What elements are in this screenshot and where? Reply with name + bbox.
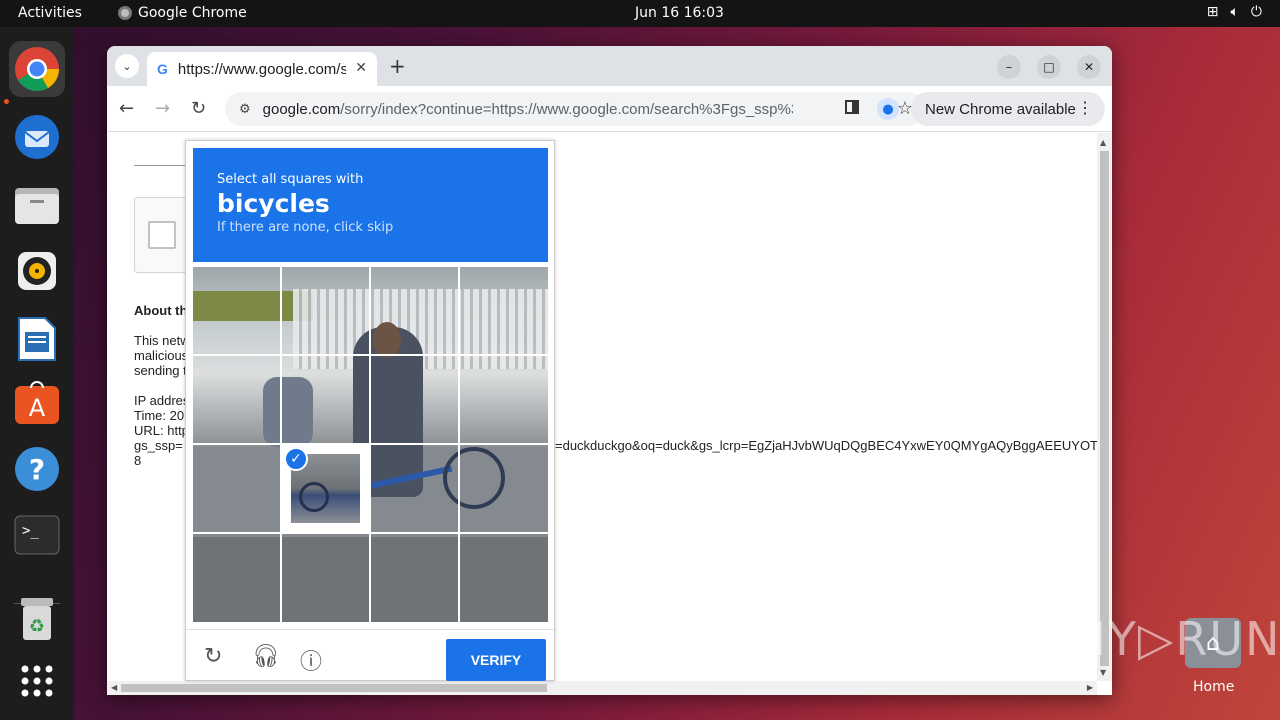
vertical-scroll-thumb[interactable] xyxy=(1100,151,1109,666)
libreoffice-writer-icon[interactable] xyxy=(9,311,65,367)
more-menu-icon[interactable]: ⋮ xyxy=(1077,98,1093,118)
vertical-scrollbar[interactable]: ▲ ▼ xyxy=(1097,133,1112,681)
url-continuation: =duckduckgo&oq=duck&gs_lcrp=EgZjaHJvbWUq… xyxy=(555,438,1097,453)
update-chrome-button[interactable]: New Chrome available ⋮ xyxy=(911,92,1105,126)
update-label: New Chrome available xyxy=(925,100,1076,118)
audio-challenge-icon[interactable]: 🎧︎ xyxy=(252,644,280,669)
grid-line xyxy=(193,443,548,445)
address-bar[interactable]: ⚙ google.com/sorry/index?continue=https:… xyxy=(225,92,925,126)
rhythmbox-icon[interactable] xyxy=(9,243,65,299)
tile-selected-check-icon: ✓ xyxy=(284,447,308,471)
site-info-icon[interactable]: ⚙ xyxy=(239,102,251,117)
svg-text:>_: >_ xyxy=(22,523,39,539)
svg-text:?: ? xyxy=(29,453,45,486)
challenge-footer: ↻ 🎧︎ ⓘ VERIFY xyxy=(186,629,554,681)
dock: A ? >_ ♻ xyxy=(0,27,74,720)
volume-icon: 🔈︎ xyxy=(1230,4,1239,20)
request-info: IP addres Time: 20 URL: http gs_ssp= 8 =… xyxy=(134,393,1097,468)
scene-child xyxy=(263,377,313,447)
power-icon: ⏻ xyxy=(1250,4,1262,20)
chevron-down-icon: ⌄ xyxy=(122,59,132,73)
tab-title: https://www.google.com/sorry/index xyxy=(177,60,346,78)
activities-button[interactable]: Activities xyxy=(18,5,82,21)
clock[interactable]: Jun 16 16:03 xyxy=(635,5,724,21)
scroll-up-icon[interactable]: ▲ xyxy=(1100,138,1106,147)
scroll-right-icon[interactable]: ▶ xyxy=(1087,683,1093,692)
running-indicator xyxy=(4,99,9,104)
close-window-button[interactable]: ✕ xyxy=(1077,55,1101,79)
grid-line xyxy=(193,532,548,534)
scroll-down-icon[interactable]: ▼ xyxy=(1100,668,1106,677)
url-line: URL: http xyxy=(134,423,189,438)
url-path: /sorry/index?continue=https://www.google… xyxy=(340,100,793,118)
url-host: google.com xyxy=(262,100,341,118)
minimize-button[interactable]: – xyxy=(997,55,1021,79)
info-icon[interactable]: ⓘ xyxy=(300,644,322,676)
toolbar: ← → ↻ ⚙ google.com/sorry/index?continue=… xyxy=(107,86,1112,132)
google-favicon-icon: G xyxy=(157,61,168,77)
system-tray[interactable]: ⊞ 🔈︎ ⏻ xyxy=(1207,4,1262,20)
app-center-icon[interactable]: A xyxy=(9,375,65,431)
side-panel-icon[interactable] xyxy=(845,100,859,114)
tab-search-button[interactable]: ⌄ xyxy=(115,54,139,78)
about-heading: About th xyxy=(134,303,188,318)
verify-button[interactable]: VERIFY xyxy=(446,639,546,681)
reload-challenge-icon[interactable]: ↻ xyxy=(204,644,222,669)
forward-button[interactable]: → xyxy=(155,98,170,119)
svg-text:♻: ♻ xyxy=(29,616,45,637)
chrome-icon[interactable] xyxy=(9,41,65,97)
reload-button[interactable]: ↻ xyxy=(191,98,206,119)
challenge-header: Select all squares with bicycles If ther… xyxy=(193,148,548,262)
home-label: Home xyxy=(1193,679,1235,695)
tab-strip: ⌄ G https://www.google.com/sorry/index ✕… xyxy=(107,46,1112,86)
image-grid: ✓ xyxy=(193,267,548,622)
horizontal-scroll-thumb[interactable] xyxy=(121,684,547,692)
url-line-end: 8 xyxy=(134,453,142,468)
recaptcha-challenge: Select all squares with bicycles If ther… xyxy=(185,140,555,681)
recaptcha-checkbox[interactable] xyxy=(148,221,176,249)
top-bar: Activities Google Chrome Jun 16 16:03 ⊞ … xyxy=(0,0,1280,27)
app-menu[interactable]: Google Chrome xyxy=(118,5,247,21)
svg-text:A: A xyxy=(29,394,46,422)
challenge-target: bicycles xyxy=(217,189,330,218)
url-line-cont: gs_ssp= xyxy=(134,438,183,453)
trash-icon[interactable]: ♻ xyxy=(9,591,65,647)
new-tab-button[interactable]: + xyxy=(389,54,406,78)
time-line: Time: 20 xyxy=(134,408,185,423)
tab-google-sorry[interactable]: G https://www.google.com/sorry/index ✕ xyxy=(147,52,377,86)
scene-rider-head xyxy=(373,322,401,358)
grid-line xyxy=(193,354,548,356)
help-icon[interactable]: ? xyxy=(9,441,65,497)
network-icon: ⊞ xyxy=(1206,4,1219,20)
ip-line: IP addres xyxy=(134,393,190,408)
app-name: Google Chrome xyxy=(138,5,247,21)
thunderbird-icon[interactable] xyxy=(9,109,65,165)
scene-front-wheel xyxy=(443,447,505,509)
horizontal-scrollbar[interactable]: ◀ ▶ xyxy=(107,681,1097,695)
scroll-left-icon[interactable]: ◀ xyxy=(111,683,117,692)
challenge-hint: If there are none, click skip xyxy=(217,220,394,235)
show-apps-icon[interactable] xyxy=(9,653,65,709)
maximize-button[interactable]: □ xyxy=(1037,55,1061,79)
tile-wheel xyxy=(299,482,329,512)
back-button[interactable]: ← xyxy=(119,98,134,119)
close-tab-icon[interactable]: ✕ xyxy=(355,60,367,76)
chrome-small-icon xyxy=(118,6,132,20)
profile-avatar-icon[interactable]: ● xyxy=(877,98,899,120)
url-text[interactable]: google.com/sorry/index?continue=https://… xyxy=(263,101,793,118)
anyrun-watermark: ANY▷RUN xyxy=(1038,612,1280,666)
challenge-instruction: Select all squares with xyxy=(217,172,364,187)
files-icon[interactable] xyxy=(9,177,65,233)
terminal-icon[interactable]: >_ xyxy=(9,507,65,563)
